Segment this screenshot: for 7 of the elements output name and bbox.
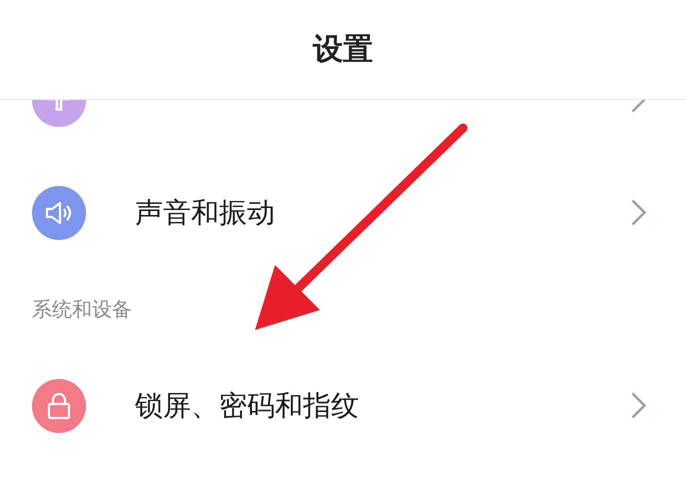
lock-icon bbox=[45, 390, 73, 420]
settings-item[interactable]: 锁屏、密码和指纹 bbox=[135, 386, 631, 424]
chevron-icon bbox=[631, 199, 646, 226]
chevron-icon bbox=[631, 392, 646, 419]
section-header: 系统和设备 bbox=[32, 296, 132, 322]
settings-item[interactable]: 声音和振动 bbox=[135, 194, 631, 232]
page-title: 设置 bbox=[313, 31, 373, 69]
